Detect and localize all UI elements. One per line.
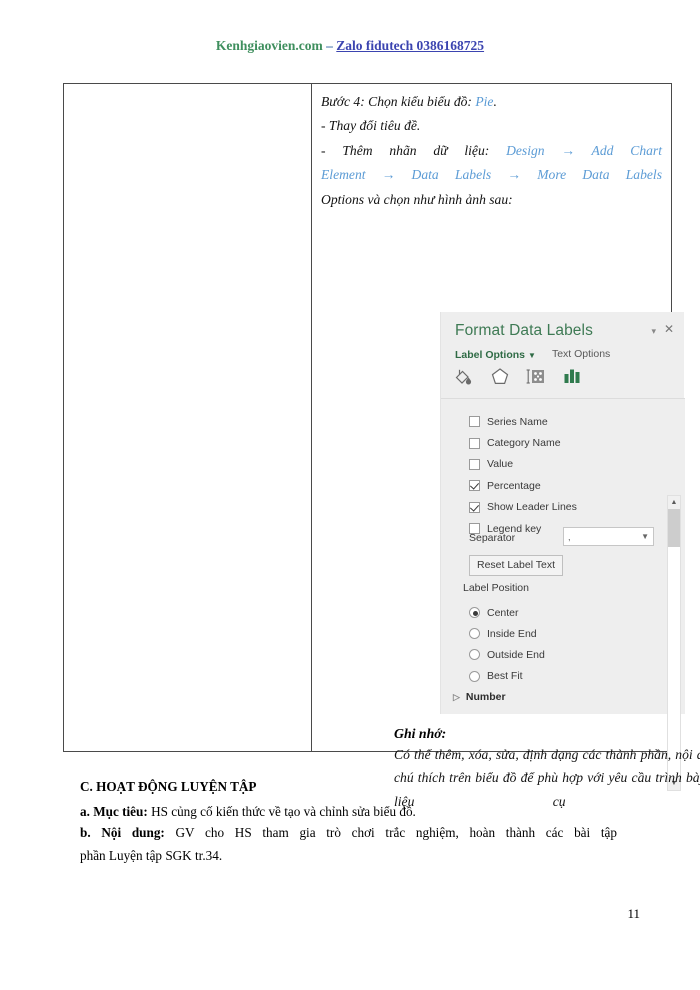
objective-text: HS củng cố kiến thức về tạo và chỉnh sửa…	[147, 804, 416, 819]
radio-inside-end[interactable]	[469, 628, 480, 640]
objective-label: a. Mục tiêu:	[80, 804, 148, 819]
scroll-up-icon[interactable]: ▲	[668, 496, 680, 509]
tab-label-options[interactable]: Label Options ▼	[455, 345, 536, 363]
separator-dropdown[interactable]: , ▼	[563, 527, 654, 546]
separator-label: Separator	[469, 532, 516, 544]
radio-center[interactable]	[469, 607, 480, 619]
close-icon[interactable]: ✕	[664, 323, 674, 335]
checkbox-percentage[interactable]	[469, 480, 480, 492]
step4-line: Bước 4: Chọn kiểu biểu đồ: Pie.	[321, 90, 662, 113]
pane-menu-caret-icon[interactable]: ▾	[651, 326, 656, 337]
table-cell-right: Bước 4: Chọn kiểu biểu đồ: Pie. - Thay đ…	[312, 84, 700, 809]
checkbox-row-series-name[interactable]: Series Name	[469, 411, 649, 432]
separator-value: ,	[568, 531, 571, 542]
label-position-radio-group: Center Inside End Outside End Best Fit	[469, 602, 649, 687]
size-properties-icon[interactable]	[525, 366, 547, 387]
page-number: 11	[627, 906, 640, 921]
add-labels-prefix: - Thêm nhãn dữ liệu:	[321, 142, 507, 158]
note-title: Ghi nhớ:	[394, 726, 447, 741]
pane-body: Series Name Category Name Value Percenta…	[441, 398, 685, 791]
checkbox-label: Percentage	[487, 479, 541, 492]
step4-chart-type: Pie	[475, 94, 494, 109]
number-section-label: Number	[465, 691, 506, 703]
radio-best-fit[interactable]	[469, 670, 480, 682]
checkbox-series-name[interactable]	[469, 416, 480, 428]
reset-label-text-button[interactable]: Reset Label Text	[469, 555, 564, 576]
expand-triangle-icon: ▷	[453, 691, 460, 702]
label-position-heading: Label Position	[463, 582, 529, 594]
separator-row: Separator , ▼	[469, 527, 665, 549]
radio-row-inside-end[interactable]: Inside End	[469, 623, 649, 644]
options-line: Options và chọn như hình ảnh sau:	[321, 191, 513, 207]
checkbox-row-value[interactable]: Value	[469, 454, 649, 475]
checkbox-row-percentage[interactable]: Percentage	[469, 475, 649, 496]
tab-text-options[interactable]: Text Options	[552, 348, 610, 360]
chevron-down-icon: ▼	[641, 532, 649, 541]
add-labels-line-2: Element → Data Labels → More Data Labels	[321, 163, 662, 186]
pane-title: Format Data Labels	[455, 322, 593, 339]
content-continued: phần Luyện tập SGK tr.34.	[80, 847, 223, 863]
checkbox-row-category-name[interactable]: Category Name	[469, 432, 649, 453]
step4-suffix: .	[493, 94, 497, 109]
header-zalo-contact: Zalo fidutech 0386168725	[336, 38, 485, 53]
practice-section: C. HOẠT ĐỘNG LUYỆN TẬP a. Mục tiêu: HS c…	[80, 779, 617, 879]
add-labels-line-1: - Thêm nhãn dữ liệu: Design → Add Chart	[321, 139, 662, 162]
format-data-labels-pane: Format Data Labels ▾ ✕ Label Options ▼ Te…	[440, 312, 685, 791]
content-line: b. Nội dung: GV cho HS tham gia trò chơi…	[80, 822, 617, 843]
page-header: Kenhgiaovien.com – Zalo fidutech 0386168…	[0, 38, 700, 54]
number-section-header[interactable]: ▷ Number	[453, 691, 506, 703]
radio-row-best-fit[interactable]: Best Fit	[469, 666, 649, 687]
table-cell-left-empty	[64, 84, 312, 751]
radio-label: Outside End	[487, 648, 545, 661]
change-title-line: - Thay đổi tiêu đề.	[321, 118, 421, 134]
add-labels-path-2: Element → Data Labels → More Data Labels	[321, 167, 662, 183]
radio-label: Center	[487, 606, 519, 619]
content-label: b. Nội dung:	[80, 825, 165, 841]
header-separator: –	[322, 38, 337, 53]
content-table: Bước 4: Chọn kiểu biểu đồ: Pie. - Thay đ…	[63, 83, 700, 809]
radio-label: Best Fit	[487, 670, 523, 683]
scrollbar-thumb[interactable]	[668, 509, 680, 547]
checkbox-label: Show Leader Lines	[487, 501, 577, 514]
add-labels-path-1: Design → Add Chart	[506, 142, 662, 158]
checkbox-label: Category Name	[487, 437, 561, 450]
checkbox-row-show-leader-lines[interactable]: Show Leader Lines	[469, 497, 649, 518]
step4-prefix: Bước 4: Chọn kiểu biểu đồ:	[321, 94, 476, 109]
chevron-down-icon: ▼	[528, 351, 536, 360]
checkbox-category-name[interactable]	[469, 437, 480, 449]
checkbox-label: Series Name	[487, 415, 548, 428]
header-site-name: Kenhgiaovien.com	[215, 38, 323, 53]
pane-icon-row	[453, 366, 583, 387]
radio-outside-end[interactable]	[469, 649, 480, 661]
pane-tabs: Label Options ▼ Text Options	[455, 345, 610, 363]
fill-icon[interactable]	[453, 366, 475, 387]
radio-label: Inside End	[487, 627, 537, 640]
radio-row-center[interactable]: Center	[469, 602, 649, 623]
label-options-icon[interactable]	[561, 366, 583, 387]
content-text: GV cho HS tham gia trò chơi trắc nghiệm,…	[164, 825, 618, 841]
objective-line: a. Mục tiêu: HS củng cố kiến thức về tạo…	[80, 801, 617, 822]
effects-icon[interactable]	[489, 366, 511, 387]
section-heading: C. HOẠT ĐỘNG LUYỆN TẬP	[80, 779, 257, 794]
radio-row-outside-end[interactable]: Outside End	[469, 644, 649, 665]
label-contains-list: Series Name Category Name Value Percenta…	[469, 411, 649, 539]
checkbox-show-leader-lines[interactable]	[469, 501, 480, 513]
checkbox-label: Value	[487, 458, 514, 471]
checkbox-value[interactable]	[469, 458, 480, 470]
